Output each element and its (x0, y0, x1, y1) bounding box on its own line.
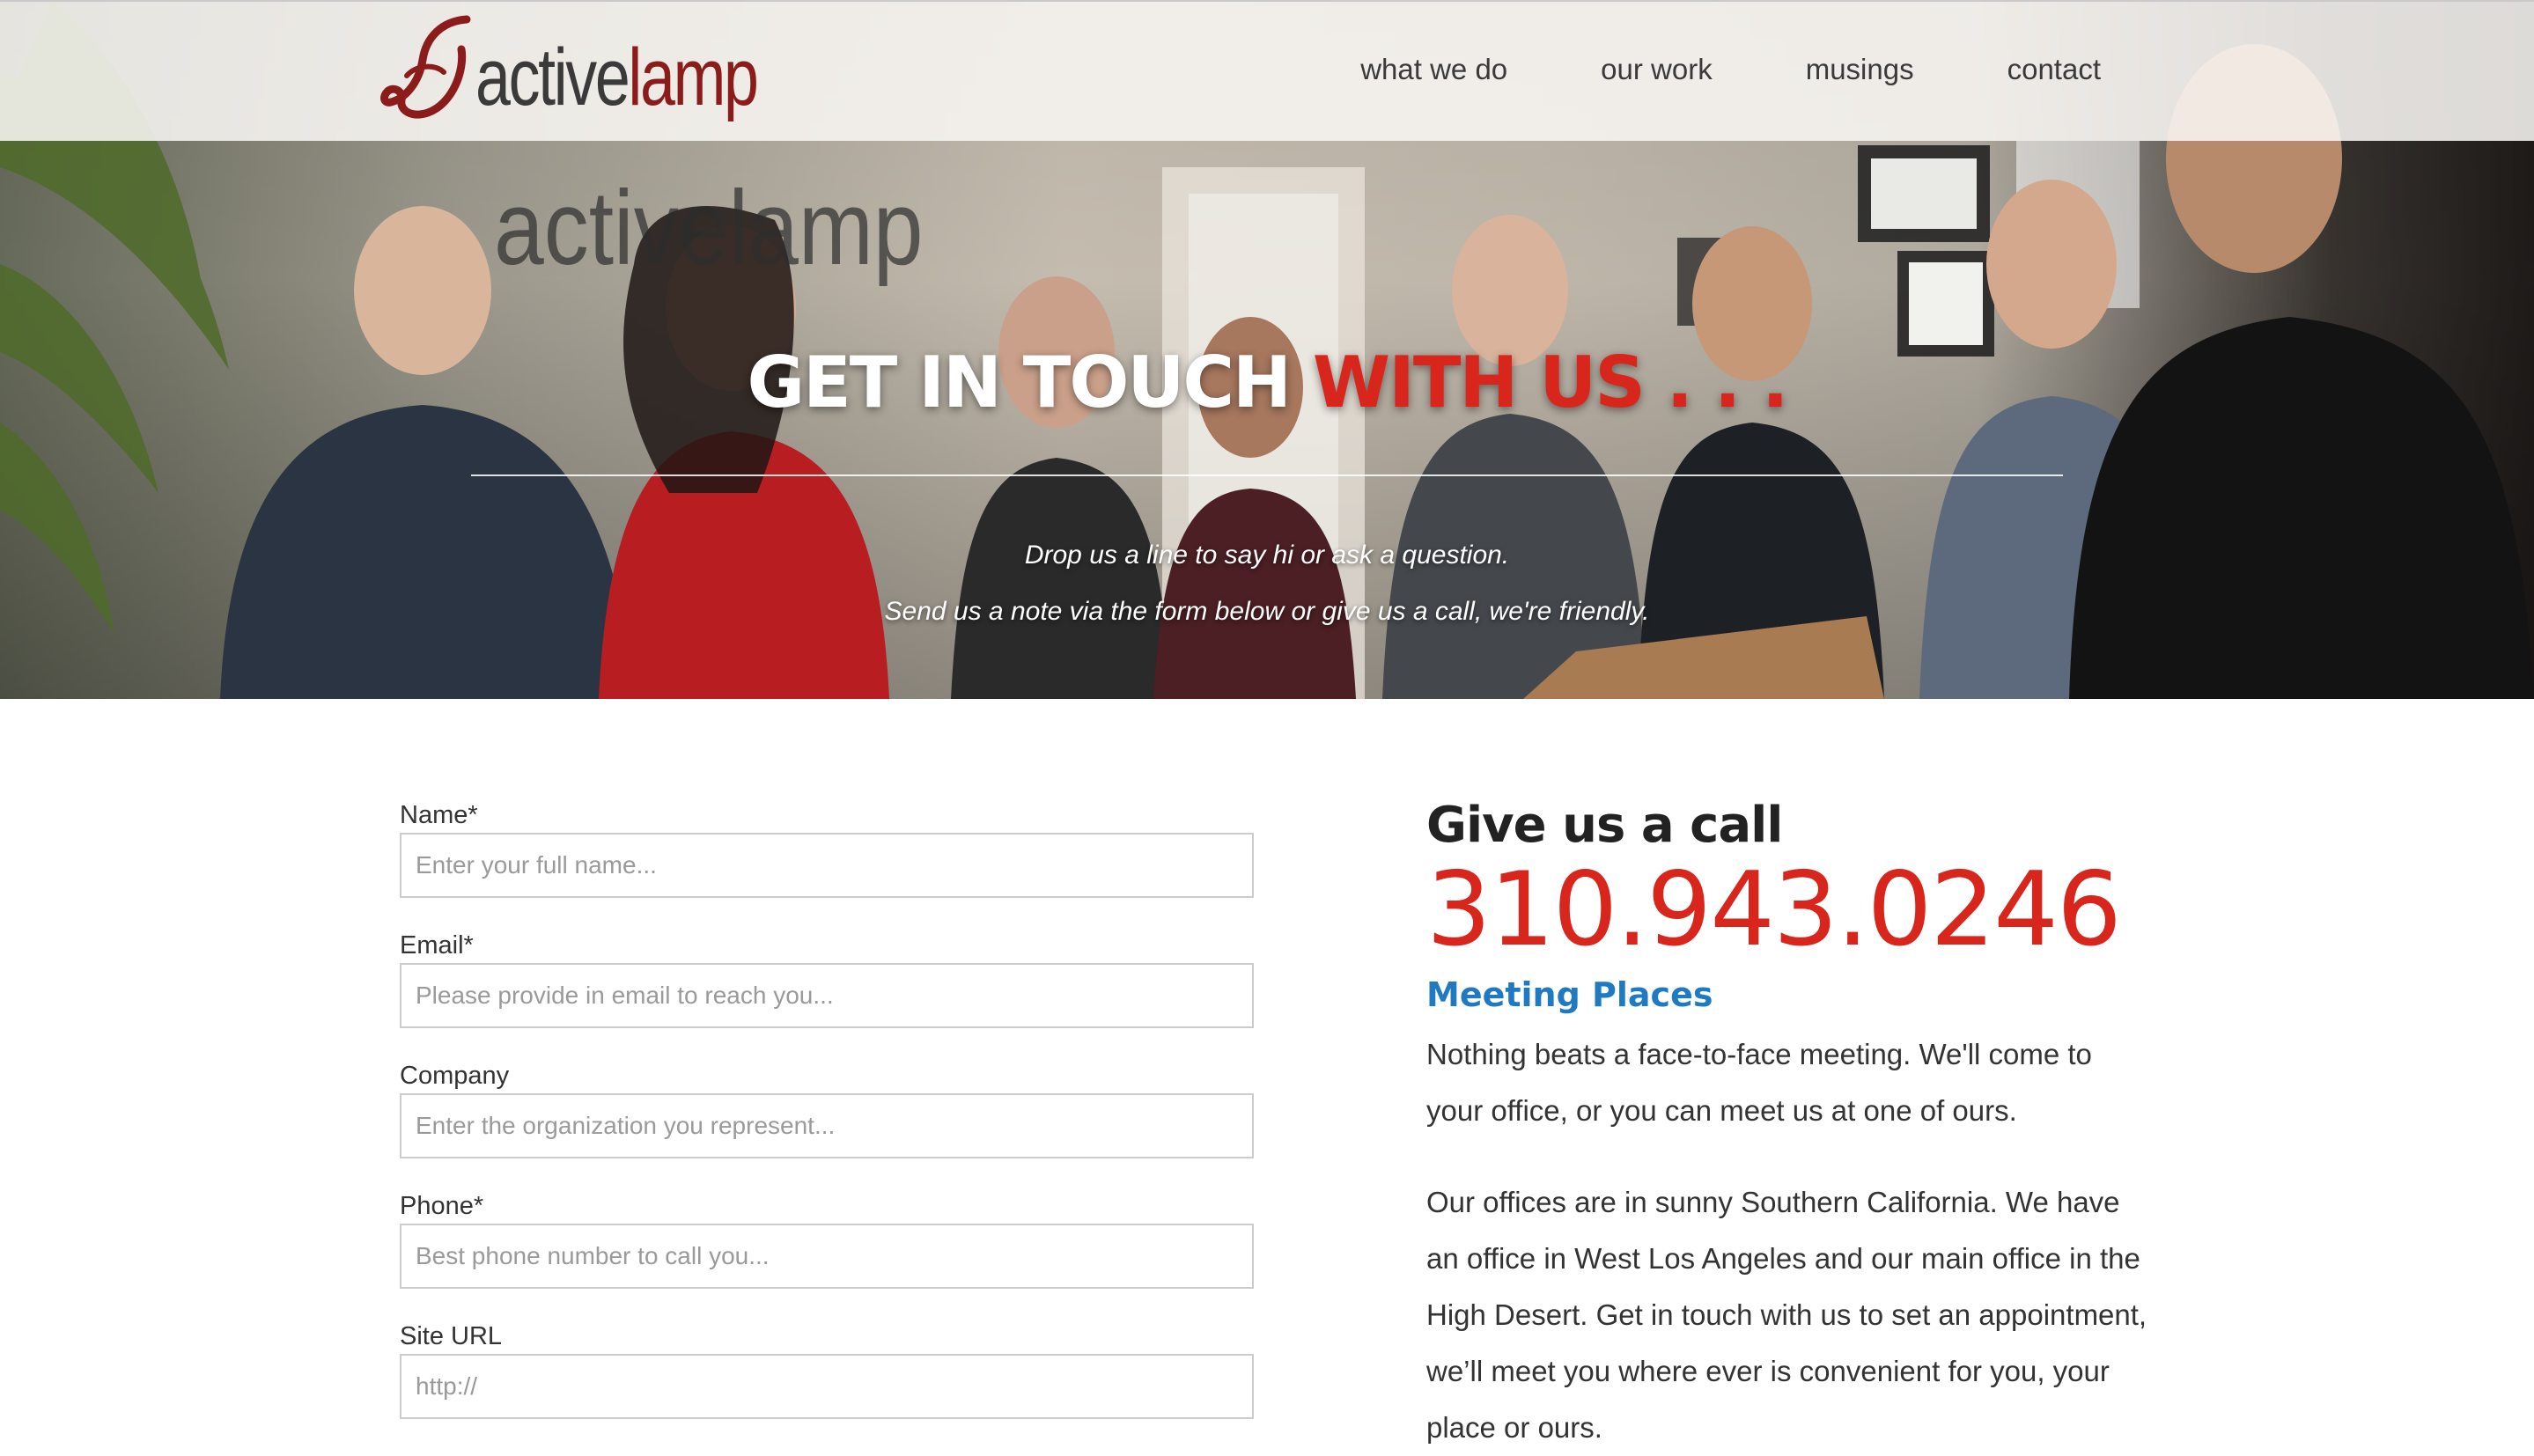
contact-info: Give us a call 310.943.0246 Meeting Plac… (1426, 801, 2148, 1456)
nav-what-we-do[interactable]: what we do (1360, 53, 1507, 86)
phone-number[interactable]: 310.943.0246 (1426, 859, 2148, 961)
offices-paragraph: Our offices are in sunny Southern Califo… (1426, 1185, 2147, 1444)
hero-subtitle-line1: Drop us a line to say hi or ask a questi… (1024, 540, 1510, 570)
lamp-swirl-icon (380, 15, 471, 119)
hero-subtitle-line2: Send us a note via the form below or giv… (884, 597, 1650, 626)
nav-our-work[interactable]: our work (1601, 53, 1713, 86)
email-field[interactable] (400, 963, 1254, 1028)
call-heading: Give us a call (1426, 797, 1784, 854)
email-label: Email* (400, 931, 474, 960)
hero-title: GET IN TOUCH WITH US . . . (0, 342, 2534, 423)
hero-title-red: WITH US . . . (1312, 342, 1789, 423)
svg-text:activelamp: activelamp (494, 168, 924, 287)
site-header: activelamp what we do our work musings c… (0, 0, 2534, 141)
hero-banner: activelamp activelamp what we do our wor… (0, 0, 2534, 699)
contact-form: Name* Email* Company Phone* Site URL (400, 798, 1254, 1449)
nav-musings[interactable]: musings (1806, 53, 1914, 86)
company-field[interactable] (400, 1093, 1254, 1158)
name-label: Name* (400, 801, 478, 829)
nav-contact[interactable]: contact (2007, 53, 2101, 86)
hero-title-white: GET IN TOUCH (747, 342, 1292, 423)
logo-wordmark: activelamp (475, 33, 759, 122)
site-url-field[interactable] (400, 1354, 1254, 1419)
meeting-paragraph: Nothing beats a face-to-face meeting. We… (1426, 1037, 2092, 1127)
phone-label: Phone* (400, 1192, 484, 1220)
hero-divider (471, 474, 2063, 476)
site-url-label: Site URL (400, 1322, 503, 1350)
company-label: Company (400, 1062, 510, 1090)
name-field[interactable] (400, 833, 1254, 898)
meeting-places-heading: Meeting Places (1426, 975, 1713, 1014)
activelamp-logo[interactable]: activelamp (380, 14, 768, 134)
main-nav: what we do our work musings contact (1360, 53, 2101, 86)
phone-field[interactable] (400, 1224, 1254, 1289)
